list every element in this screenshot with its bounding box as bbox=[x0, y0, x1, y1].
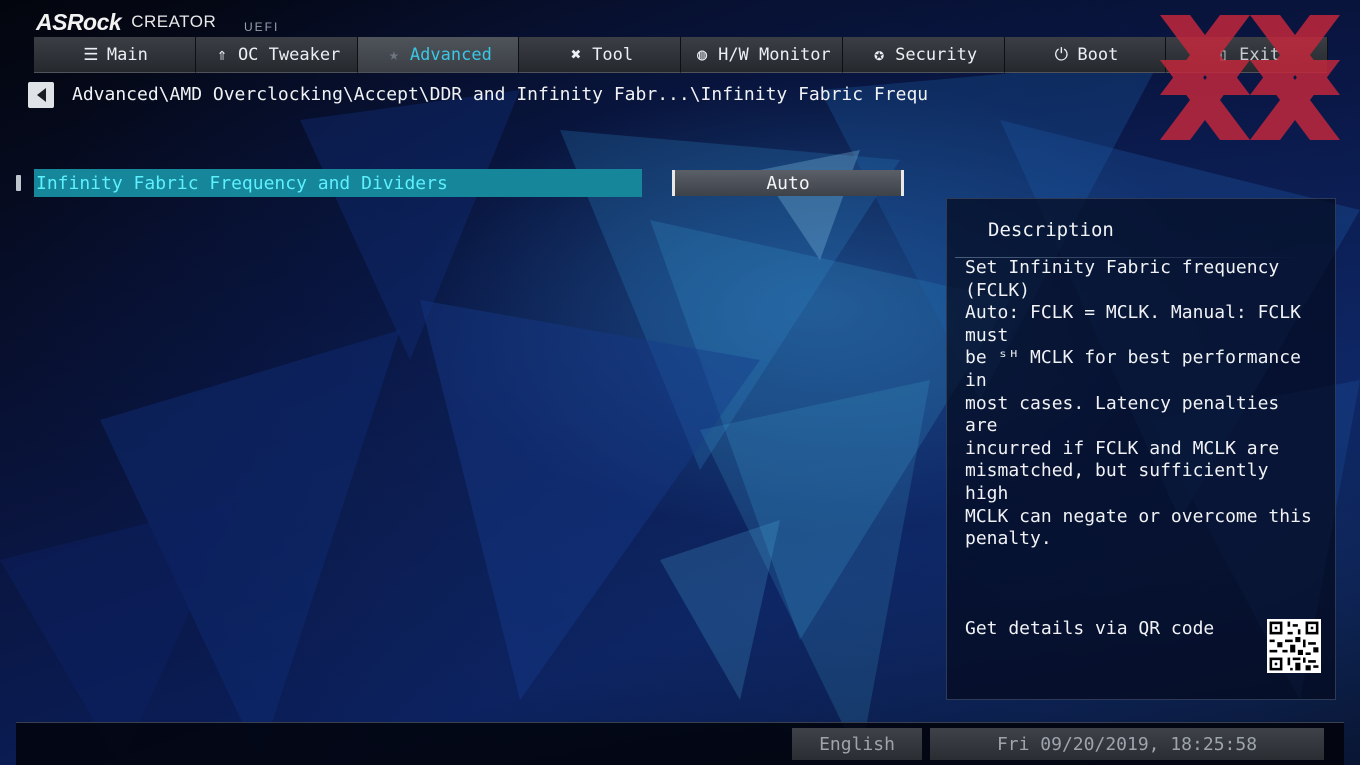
option-row-infinity-fabric[interactable]: Infinity Fabric Frequency and Dividers bbox=[34, 169, 642, 197]
qr-code-icon bbox=[1267, 619, 1321, 673]
brand-suffix: UEFI bbox=[244, 20, 280, 34]
tab-advanced[interactable]: ★ Advanced bbox=[357, 37, 520, 73]
option-label: Infinity Fabric Frequency and Dividers bbox=[36, 172, 448, 194]
option-value-dropdown[interactable]: Auto bbox=[672, 170, 904, 196]
list-icon: ☰ bbox=[83, 44, 99, 65]
tab-label: Tool bbox=[592, 44, 634, 65]
tab-hw-monitor[interactable]: ◍ H/W Monitor bbox=[681, 37, 843, 73]
star-icon: ★ bbox=[388, 44, 400, 65]
selection-marker bbox=[16, 175, 21, 191]
brand-edition: CREATOR bbox=[131, 12, 217, 31]
watermark-logo bbox=[1160, 15, 1340, 140]
tools-icon: ✖ bbox=[571, 44, 582, 65]
top-tab-bar: ☰ Main ⇑ OC Tweaker ★ Advanced ✖ Tool ◍ … bbox=[34, 37, 1328, 73]
tab-label: Advanced bbox=[409, 44, 492, 65]
back-arrow-icon bbox=[36, 88, 46, 102]
tab-boot[interactable]: ⏻ Boot bbox=[1004, 37, 1167, 73]
tab-label: H/W Monitor bbox=[718, 44, 831, 65]
tab-security[interactable]: ✪ Security bbox=[842, 37, 1005, 73]
tab-label: OC Tweaker bbox=[237, 44, 341, 65]
brand-logo: ASRock CREATOR bbox=[36, 6, 216, 36]
tab-label: Security bbox=[895, 44, 978, 65]
tab-label: Boot bbox=[1077, 44, 1119, 65]
shield-icon: ✪ bbox=[874, 44, 885, 65]
datetime-display: Fri 09/20/2019, 18:25:58 bbox=[930, 728, 1324, 760]
monitor-gauge-icon: ◍ bbox=[696, 44, 708, 65]
description-title: Description bbox=[988, 219, 1114, 241]
brand-name: ASRock bbox=[36, 9, 122, 35]
rocket-icon: ⇑ bbox=[216, 44, 228, 65]
tab-tool[interactable]: ✖ Tool bbox=[519, 37, 681, 73]
language-button[interactable]: English bbox=[792, 728, 922, 760]
description-text: Set Infinity Fabric frequency (FCLK) Aut… bbox=[965, 257, 1312, 550]
breadcrumb: Advanced\AMD Overclocking\Accept\DDR and… bbox=[72, 84, 929, 105]
power-icon: ⏻ bbox=[1054, 44, 1069, 65]
tab-label: Main bbox=[106, 44, 148, 65]
back-button[interactable] bbox=[28, 82, 54, 108]
qr-label: Get details via QR code bbox=[965, 618, 1215, 639]
description-panel: Description Set Infinity Fabric frequenc… bbox=[946, 198, 1336, 700]
tab-main[interactable]: ☰ Main bbox=[34, 37, 196, 73]
tab-oc-tweaker[interactable]: ⇑ OC Tweaker bbox=[195, 37, 358, 73]
bios-screen: ASRock CREATOR UEFI ☰ Main ⇑ OC Tweaker … bbox=[0, 0, 1360, 765]
